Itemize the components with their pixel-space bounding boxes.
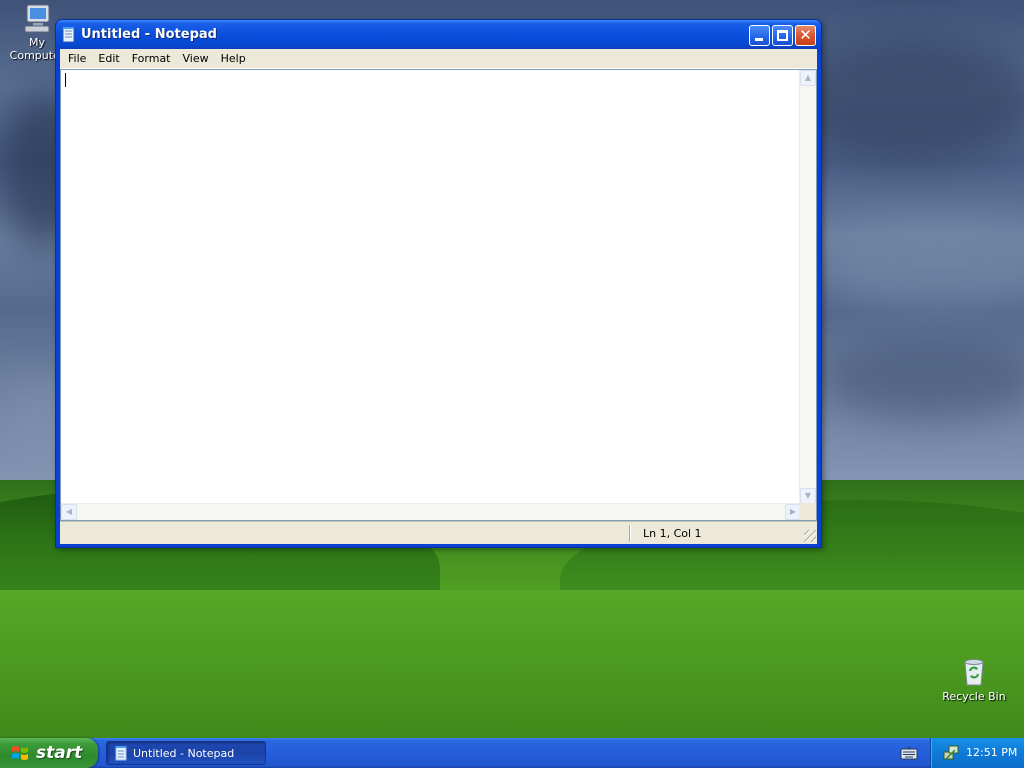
- minimize-icon: [755, 38, 763, 41]
- vertical-scrollbar[interactable]: ▲ ▼: [799, 70, 816, 504]
- menu-format[interactable]: Format: [126, 49, 177, 69]
- text-editor[interactable]: [61, 70, 801, 504]
- window-controls: ✕: [749, 25, 816, 46]
- desktop-icon-label: Recycle Bin: [942, 690, 1006, 703]
- network-icon[interactable]: [942, 744, 960, 762]
- wallpaper-grass: [0, 590, 1024, 738]
- system-tray: 12:51 PM: [930, 738, 1024, 768]
- window-titlebar[interactable]: Untitled - Notepad ✕: [56, 20, 821, 49]
- notepad-window: Untitled - Notepad ✕ File Edit Format Vi…: [55, 19, 822, 548]
- status-separator: [629, 525, 631, 542]
- text-caret: [65, 73, 66, 87]
- keyboard-icon[interactable]: [900, 746, 918, 760]
- my-computer-icon: [24, 4, 50, 33]
- window-client: File Edit Format View Help ▲ ▼ ◀ ▶ Ln 1,…: [60, 49, 817, 544]
- taskbar-item-notepad[interactable]: Untitled - Notepad: [106, 741, 266, 765]
- menu-help[interactable]: Help: [215, 49, 252, 69]
- menu-view[interactable]: View: [177, 49, 215, 69]
- taskbar: start Untitled - Notepad 12:51 PM: [0, 738, 1024, 768]
- cloud: [820, 220, 1024, 310]
- resize-grip[interactable]: [804, 530, 816, 542]
- horizontal-scrollbar[interactable]: ◀ ▶: [61, 503, 801, 520]
- clock[interactable]: 12:51 PM: [966, 746, 1017, 759]
- scroll-down-button[interactable]: ▼: [800, 488, 816, 504]
- scroll-up-button[interactable]: ▲: [800, 70, 816, 86]
- windows-logo-icon: [12, 746, 28, 760]
- cursor-position: Ln 1, Col 1: [643, 527, 702, 540]
- desktop-icon-recycle-bin[interactable]: Recycle Bin: [939, 656, 1009, 703]
- notepad-icon: [115, 745, 127, 760]
- window-title: Untitled - Notepad: [81, 27, 217, 42]
- menu-edit[interactable]: Edit: [92, 49, 125, 69]
- editor-area: ▲ ▼ ◀ ▶: [60, 69, 817, 521]
- status-bar: Ln 1, Col 1: [60, 521, 817, 543]
- recycle-bin-icon: [964, 659, 984, 686]
- scrollbar-corner: [799, 503, 816, 520]
- taskbar-item-label: Untitled - Notepad: [133, 746, 235, 760]
- menu-bar: File Edit Format View Help: [60, 49, 817, 69]
- maximize-icon: [777, 30, 788, 41]
- cloud: [820, 340, 1024, 420]
- start-button[interactable]: start: [0, 738, 98, 768]
- notepad-icon: [62, 26, 75, 42]
- close-button[interactable]: ✕: [795, 25, 816, 46]
- minimize-button[interactable]: [749, 25, 770, 46]
- close-icon: ✕: [799, 26, 812, 44]
- menu-file[interactable]: File: [62, 49, 92, 69]
- scroll-left-button[interactable]: ◀: [61, 504, 77, 520]
- start-label: start: [36, 743, 83, 763]
- maximize-button[interactable]: [772, 25, 793, 46]
